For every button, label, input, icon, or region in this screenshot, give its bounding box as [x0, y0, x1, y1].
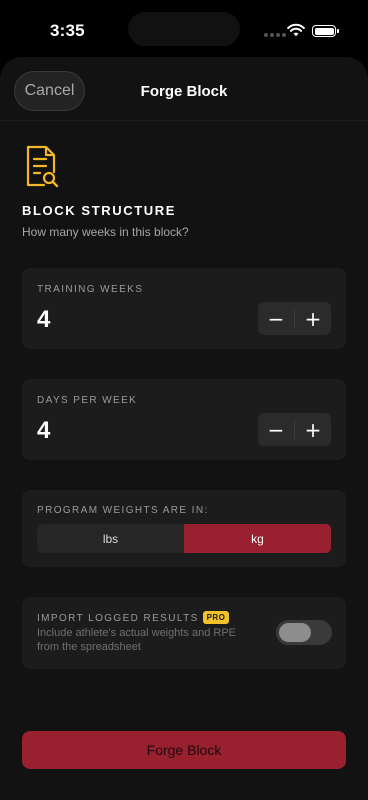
cellular-signal-icon — [264, 33, 286, 37]
days-per-week-label: DAYS PER WEEK — [37, 395, 138, 406]
toggle-knob — [279, 623, 311, 642]
weight-units-segmented-control: lbs kg — [37, 524, 331, 553]
days-per-week-stepper: − + — [258, 413, 331, 446]
import-results-description: Include athlete's actual weights and RPE… — [37, 627, 236, 653]
training-weeks-label: TRAINING WEEKS — [37, 284, 144, 295]
forge-block-sheet: Cancel Forge Block BLOCK STRUCTURE How m… — [0, 57, 368, 800]
days-per-week-value: 4 — [37, 417, 51, 444]
import-results-card: IMPORT LOGGED RESULTS PRO Include athlete… — [22, 597, 346, 669]
forge-block-button[interactable]: Forge Block — [22, 731, 346, 769]
nav-bar: Cancel Forge Block — [0, 57, 368, 121]
units-option-lbs[interactable]: lbs — [37, 524, 184, 553]
training-weeks-decrement-button[interactable]: − — [258, 302, 294, 335]
pro-badge: PRO — [202, 611, 230, 624]
document-search-icon — [26, 145, 59, 188]
status-bar: 3:35 — [0, 0, 368, 60]
days-per-week-increment-button[interactable]: + — [295, 413, 331, 446]
training-weeks-increment-button[interactable]: + — [295, 302, 331, 335]
training-weeks-value: 4 — [37, 306, 51, 333]
units-option-kg[interactable]: kg — [184, 524, 331, 553]
import-results-toggle[interactable] — [276, 620, 332, 645]
training-weeks-card: TRAINING WEEKS 4 − + — [22, 268, 346, 349]
section-subtitle: How many weeks in this block? — [22, 225, 189, 239]
weight-units-card: PROGRAM WEIGHTS ARE IN: lbs kg — [22, 490, 346, 567]
import-results-label: IMPORT LOGGED RESULTS — [37, 613, 199, 625]
import-results-label-row: IMPORT LOGGED RESULTS PRO — [37, 611, 230, 625]
weight-units-label: PROGRAM WEIGHTS ARE IN: — [37, 505, 209, 516]
wifi-icon — [287, 23, 305, 37]
nav-title: Forge Block — [140, 83, 228, 100]
section-title: BLOCK STRUCTURE — [22, 203, 176, 218]
dynamic-island — [128, 12, 240, 46]
battery-icon — [312, 25, 339, 37]
days-per-week-card: DAYS PER WEEK 4 − + — [22, 379, 346, 460]
training-weeks-stepper: − + — [258, 302, 331, 335]
status-time: 3:35 — [50, 21, 85, 40]
days-per-week-decrement-button[interactable]: − — [258, 413, 294, 446]
